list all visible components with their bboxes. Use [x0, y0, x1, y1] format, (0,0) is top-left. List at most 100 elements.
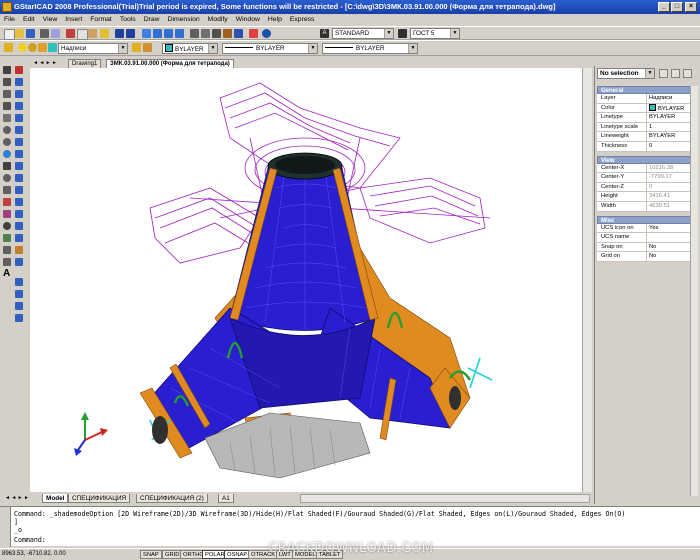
prop-linetype-scale[interactable]: Linetype scale 1	[597, 122, 692, 133]
tab-layout-a1[interactable]: A1	[218, 494, 234, 503]
circle-icon[interactable]	[3, 138, 11, 146]
menu-draw[interactable]: Draw	[140, 14, 164, 26]
menu-modify[interactable]: Modify	[204, 14, 232, 26]
prop-color[interactable]: Color BYLAYER	[597, 103, 692, 114]
tool-palettes-icon[interactable]	[234, 29, 243, 38]
insert-block-icon[interactable]	[3, 198, 11, 206]
menu-tools[interactable]: Tools	[116, 14, 140, 26]
design-center-icon[interactable]	[223, 29, 232, 38]
horizontal-scrollbar[interactable]	[300, 494, 590, 503]
menu-edit[interactable]: Edit	[19, 14, 39, 26]
prop-grid-on[interactable]: Grid on No	[597, 252, 692, 262]
tab-active-drawing[interactable]: ЗМК.03.91.00.000 (Форма для тетрапода)	[106, 59, 234, 68]
toggle-pickadd-icon[interactable]	[659, 69, 668, 78]
prop-center-x[interactable]: Center-X 10216.38	[597, 163, 692, 174]
rotate-icon[interactable]	[15, 138, 23, 146]
tab-layout-spec-2[interactable]: СПЕЦИФИКАЦИЯ (2)	[136, 494, 208, 503]
print-icon[interactable]	[40, 29, 49, 38]
properties-scrollbar[interactable]	[690, 86, 698, 496]
array-icon[interactable]	[15, 114, 23, 122]
hatch-icon[interactable]	[3, 234, 11, 242]
spline-icon[interactable]	[3, 162, 11, 170]
make-block-icon[interactable]	[3, 210, 11, 218]
open-icon[interactable]	[15, 29, 24, 38]
menu-insert[interactable]: Insert	[61, 14, 86, 26]
layer-manager-icon[interactable]	[4, 43, 13, 52]
tab-drawing1[interactable]: Drawing1	[68, 59, 102, 68]
menu-express[interactable]: Express	[286, 14, 319, 26]
ellipse-icon[interactable]	[3, 174, 11, 182]
polygon-icon[interactable]	[3, 102, 11, 110]
section-view[interactable]: View	[597, 155, 692, 164]
new-icon[interactable]	[4, 29, 15, 40]
prop-layer[interactable]: Layer Надписи	[597, 94, 692, 104]
section-general[interactable]: General	[597, 86, 692, 94]
copy-object-icon[interactable]	[15, 78, 23, 86]
ucs-icon[interactable]	[15, 278, 23, 286]
osnap-toggle[interactable]: OSNAP	[224, 550, 251, 559]
selection-select[interactable]: No selection ▼	[597, 68, 655, 79]
zoom-previous-icon[interactable]	[175, 29, 184, 38]
paste-icon[interactable]	[88, 29, 97, 38]
menu-dimension[interactable]: Dimension	[164, 14, 204, 26]
freeze-icon[interactable]	[28, 43, 37, 52]
construction-line-icon[interactable]	[3, 78, 11, 86]
zoom-realtime-icon[interactable]	[153, 29, 162, 38]
menu-file[interactable]: File	[0, 14, 19, 26]
maximize-button[interactable]: □	[671, 2, 683, 12]
tab-model[interactable]: Model	[42, 494, 69, 503]
lineweight-select[interactable]: BYLAYER ▼	[322, 43, 418, 54]
minimize-button[interactable]: _	[658, 2, 670, 12]
ucs-view-icon[interactable]	[15, 314, 23, 322]
prop-snap-on[interactable]: Snap on No	[597, 242, 692, 253]
mirror-icon[interactable]	[15, 90, 23, 98]
preview-icon[interactable]	[51, 29, 60, 38]
menu-window[interactable]: Window	[232, 14, 264, 26]
prop-ucs-name[interactable]: UCS name	[597, 233, 692, 243]
prop-height[interactable]: Height 3416.41	[597, 192, 692, 202]
break-icon[interactable]	[15, 198, 23, 206]
chamfer-icon[interactable]	[15, 222, 23, 230]
region-icon[interactable]	[3, 246, 11, 254]
command-prompt[interactable]: Command:	[14, 536, 46, 544]
move-icon[interactable]	[15, 126, 23, 134]
fillet-icon[interactable]	[15, 234, 23, 242]
revision-cloud-icon[interactable]	[3, 150, 11, 158]
dim-style-select[interactable]: ГОСТ 5 ▼	[410, 28, 460, 39]
undo-icon[interactable]	[115, 29, 124, 38]
color-select[interactable]: BYLAYER ▼	[162, 43, 218, 54]
snap-toggle[interactable]: SNAP	[140, 550, 162, 559]
text-style-select[interactable]: STANDARD ▼	[332, 28, 394, 39]
point-icon[interactable]	[3, 222, 11, 230]
scale-icon[interactable]	[15, 150, 23, 158]
save-icon[interactable]	[26, 29, 35, 38]
layout-tab-scroll-arrows[interactable]: ◄ ◄ ► ►	[2, 494, 38, 503]
layer-on-icon[interactable]	[18, 43, 27, 52]
command-window-grip[interactable]	[0, 507, 11, 547]
zoom-window-icon[interactable]	[164, 29, 173, 38]
close-button[interactable]: ×	[685, 2, 697, 12]
table-icon[interactable]	[3, 258, 11, 266]
properties-icon[interactable]	[212, 29, 221, 38]
prop-linetype[interactable]: Linetype BYLAYER	[597, 113, 692, 123]
trim-icon[interactable]	[15, 174, 23, 182]
tab-layout-spec[interactable]: СПЕЦИФИКАЦИЯ	[68, 494, 131, 503]
menu-help[interactable]: Help	[264, 14, 286, 26]
pan-icon[interactable]	[142, 29, 151, 38]
polyline-icon[interactable]	[3, 90, 11, 98]
linetype-select[interactable]: BYLAYER ▼	[222, 43, 318, 54]
stretch-icon[interactable]	[15, 162, 23, 170]
prop-ucs-icon-on[interactable]: UCS icon on Yes	[597, 223, 692, 234]
join-icon[interactable]	[15, 210, 23, 218]
prop-thickness[interactable]: Thickness 0	[597, 141, 692, 152]
help-icon[interactable]	[262, 29, 271, 38]
prop-center-z[interactable]: Center-Z 0	[597, 182, 692, 193]
erase-icon[interactable]	[15, 66, 23, 74]
quick-select-icon[interactable]	[683, 69, 692, 78]
edit-polyline-icon[interactable]	[15, 258, 23, 266]
vertical-scrollbar[interactable]	[582, 68, 592, 492]
explode-icon[interactable]	[15, 246, 23, 254]
multiline-text-icon[interactable]: A	[3, 269, 11, 279]
prop-lineweight[interactable]: Lineweight BYLAYER	[597, 132, 692, 142]
ucs-world-icon[interactable]	[15, 290, 23, 298]
